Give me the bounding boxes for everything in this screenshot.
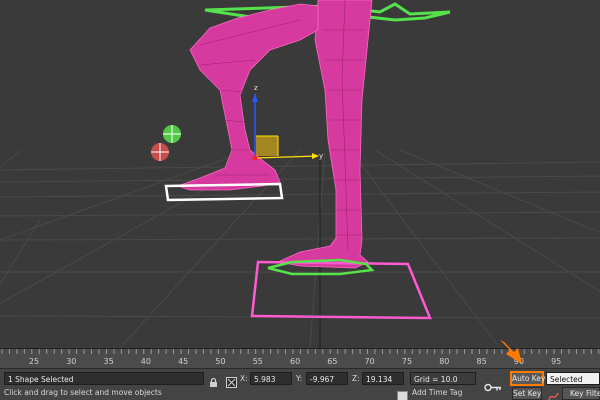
left-leg-mesh[interactable] bbox=[176, 3, 319, 191]
key-icon[interactable] bbox=[484, 378, 502, 392]
timeline-tick-label: 75 bbox=[401, 357, 413, 366]
x-label: X: bbox=[240, 374, 248, 383]
timeline-tick-label: 30 bbox=[66, 357, 77, 366]
timeline-tick-label: 65 bbox=[327, 357, 338, 366]
perspective-viewport[interactable]: z y bbox=[0, 0, 600, 348]
x-coordinate-field[interactable]: 5.983 bbox=[250, 372, 292, 385]
z-label: Z: bbox=[352, 374, 360, 383]
key-filters-button[interactable]: Key Filte bbox=[562, 387, 600, 400]
prompt-line: Click and drag to select and move object… bbox=[4, 388, 162, 397]
absolute-mode-icon[interactable] bbox=[226, 373, 237, 388]
key-mode-dropdown[interactable]: Selected bbox=[546, 372, 600, 385]
set-key-button[interactable]: Set Key bbox=[512, 387, 542, 400]
gizmo-z-label: z bbox=[254, 84, 258, 92]
key-filter-curve-icon[interactable] bbox=[548, 387, 559, 400]
grid-readout: Grid = 10.0 bbox=[410, 372, 476, 385]
timeline-tick-label: 60 bbox=[290, 357, 301, 366]
z-coordinate-field[interactable]: 19.134 bbox=[362, 372, 404, 385]
timeline-tick-label: 40 bbox=[140, 357, 151, 366]
auto-key-button[interactable]: Auto Key bbox=[510, 371, 545, 386]
red-target-helper[interactable] bbox=[151, 143, 169, 161]
y-label: Y: bbox=[296, 374, 303, 383]
timeline-tick-label: 25 bbox=[28, 357, 40, 366]
move-gizmo[interactable]: z y bbox=[252, 84, 323, 161]
selection-status: 1 Shape Selected bbox=[4, 372, 204, 385]
timeline-tick-label: 70 bbox=[364, 357, 375, 366]
y-coordinate-field[interactable]: -9.967 bbox=[306, 372, 348, 385]
gizmo-y-label: y bbox=[319, 152, 323, 160]
ground-grid bbox=[0, 149, 600, 348]
add-time-tag-label[interactable]: Add Time Tag bbox=[412, 386, 462, 399]
lock-icon[interactable] bbox=[208, 373, 219, 387]
green-target-helper[interactable] bbox=[163, 125, 181, 143]
timeline-tick-label: 95 bbox=[551, 357, 562, 366]
timeline-tick-label: 55 bbox=[252, 357, 263, 366]
status-bar: 1 Shape Selected Click and drag to selec… bbox=[0, 368, 600, 400]
time-tag-icon[interactable] bbox=[397, 387, 408, 400]
viewport-scene[interactable]: z y bbox=[0, 0, 600, 348]
timeline-tick-label: 85 bbox=[476, 357, 487, 366]
highlight-arrow-icon bbox=[500, 340, 522, 364]
timeline-tick-label: 50 bbox=[215, 357, 226, 366]
timeline-tick-label: 45 bbox=[178, 357, 189, 366]
timeline-tick-label: 35 bbox=[103, 357, 114, 366]
timeline-tick-label: 80 bbox=[439, 357, 450, 366]
app-window: z y 253035404550556065707580859095 1 Sha… bbox=[0, 0, 600, 400]
